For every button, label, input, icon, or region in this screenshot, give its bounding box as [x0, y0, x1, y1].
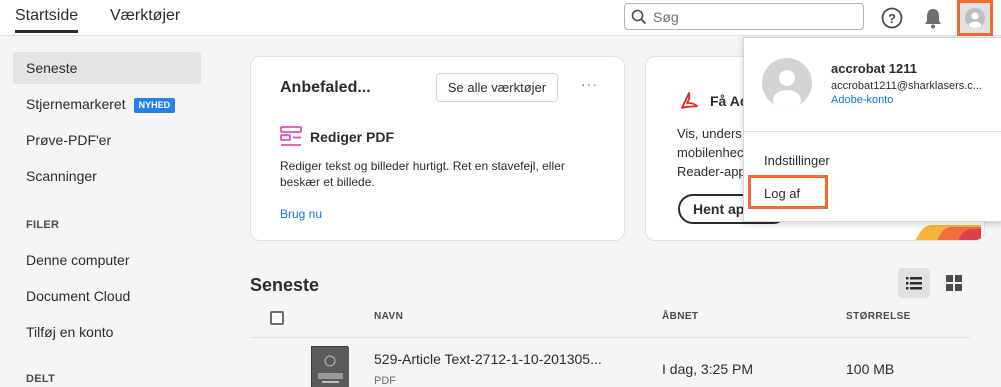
use-now-link[interactable]: Brug nu [280, 207, 322, 221]
shared-heading: DELT [26, 373, 56, 385]
list-view-icon [906, 277, 922, 290]
grid-view-icon[interactable] [944, 273, 964, 293]
sidebar-item-label: Document Cloud [26, 288, 131, 304]
sidebar-item-starred[interactable]: Stjernemarkeret NYHED [13, 88, 201, 120]
search-icon [631, 9, 647, 25]
tab-home[interactable]: Startside [15, 7, 79, 33]
sidebar-item-label: Stjernemarkeret [26, 96, 126, 112]
sidebar-item-label: Seneste [26, 60, 78, 76]
avatar-icon [965, 8, 985, 28]
file-thumbnail [311, 346, 349, 387]
bell-icon[interactable] [923, 7, 943, 29]
account-avatar-button[interactable] [957, 0, 993, 36]
account-email: accrobat1211@sharklasers.c... [831, 80, 982, 92]
sidebar-item-label: Scanninger [26, 168, 97, 184]
tool-description: Rediger tekst og billeder hurtigt. Ret e… [280, 159, 565, 189]
column-opened[interactable]: ÅBNET [662, 311, 698, 322]
sidebar-item-this-computer[interactable]: Denne computer [13, 244, 201, 276]
sidebar-item-recent[interactable]: Seneste [13, 52, 201, 84]
sidebar-item-scans[interactable]: Scanninger [13, 160, 201, 192]
file-opened: I dag, 3:25 PM [662, 361, 754, 377]
file-name: 529-Article Text-2712-1-10-201305... [374, 351, 602, 367]
settings-menu-item[interactable]: Indstillinger [764, 153, 830, 168]
tool-name: Rediger PDF [310, 129, 395, 145]
search-input[interactable]: Søg [624, 3, 864, 30]
column-size[interactable]: STØRRELSE [846, 311, 911, 322]
files-heading: FILER [26, 219, 60, 231]
account-name: accrobat 1211 [831, 61, 918, 76]
avatar [762, 58, 812, 108]
help-icon[interactable]: ? [881, 7, 903, 29]
sidebar: Seneste Stjernemarkeret NYHED Prøve-PDF'e… [0, 37, 225, 387]
search-placeholder: Søg [653, 9, 679, 25]
card-title: Anbefaled... [280, 79, 371, 96]
see-all-tools-button[interactable]: Se alle værktøjer [436, 73, 558, 102]
table-header: NAVN ÅBNET STØRRELSE [250, 300, 970, 338]
sidebar-item-label: Denne computer [26, 252, 130, 268]
adobe-account-link[interactable]: Adobe-konto [831, 94, 893, 106]
divider [744, 131, 1001, 132]
sidebar-item-document-cloud[interactable]: Document Cloud [13, 280, 201, 312]
sidebar-item-label: Tilføj en konto [26, 324, 114, 340]
column-name[interactable]: NAVN [374, 311, 403, 322]
top-bar: Startside Værktøjer Søg ? [0, 0, 1001, 36]
table-row[interactable]: 529-Article Text-2712-1-10-201305... PDF… [250, 338, 970, 387]
sidebar-item-label: Prøve-PDF'er [26, 132, 112, 148]
new-badge: NYHED [133, 98, 176, 113]
list-view-button[interactable] [898, 268, 930, 298]
card-title: Få Ac [710, 93, 748, 109]
edit-pdf-icon [280, 126, 302, 146]
svg-text:?: ? [888, 11, 896, 26]
logout-menu-item[interactable]: Log af [764, 186, 800, 201]
tab-tools[interactable]: Værktøjer [110, 7, 180, 25]
more-options-icon[interactable]: ··· [581, 76, 598, 92]
recent-heading: Seneste [250, 275, 320, 295]
sidebar-item-add-account[interactable]: Tilføj en konto [13, 316, 201, 348]
card-description: Vis, unders mobilenhec Reader-app [677, 126, 746, 179]
file-size: 100 MB [846, 361, 895, 377]
account-dropdown: accrobat 1211 accrobat1211@sharklasers.c… [743, 37, 1001, 222]
recommended-tools-card: Anbefaled... Se alle værktøjer ··· Redig… [250, 56, 625, 241]
acrobat-icon [681, 92, 698, 109]
file-type: PDF [374, 375, 396, 387]
select-all-checkbox[interactable] [270, 311, 284, 325]
sidebar-item-sample-pdfs[interactable]: Prøve-PDF'er [13, 124, 201, 156]
